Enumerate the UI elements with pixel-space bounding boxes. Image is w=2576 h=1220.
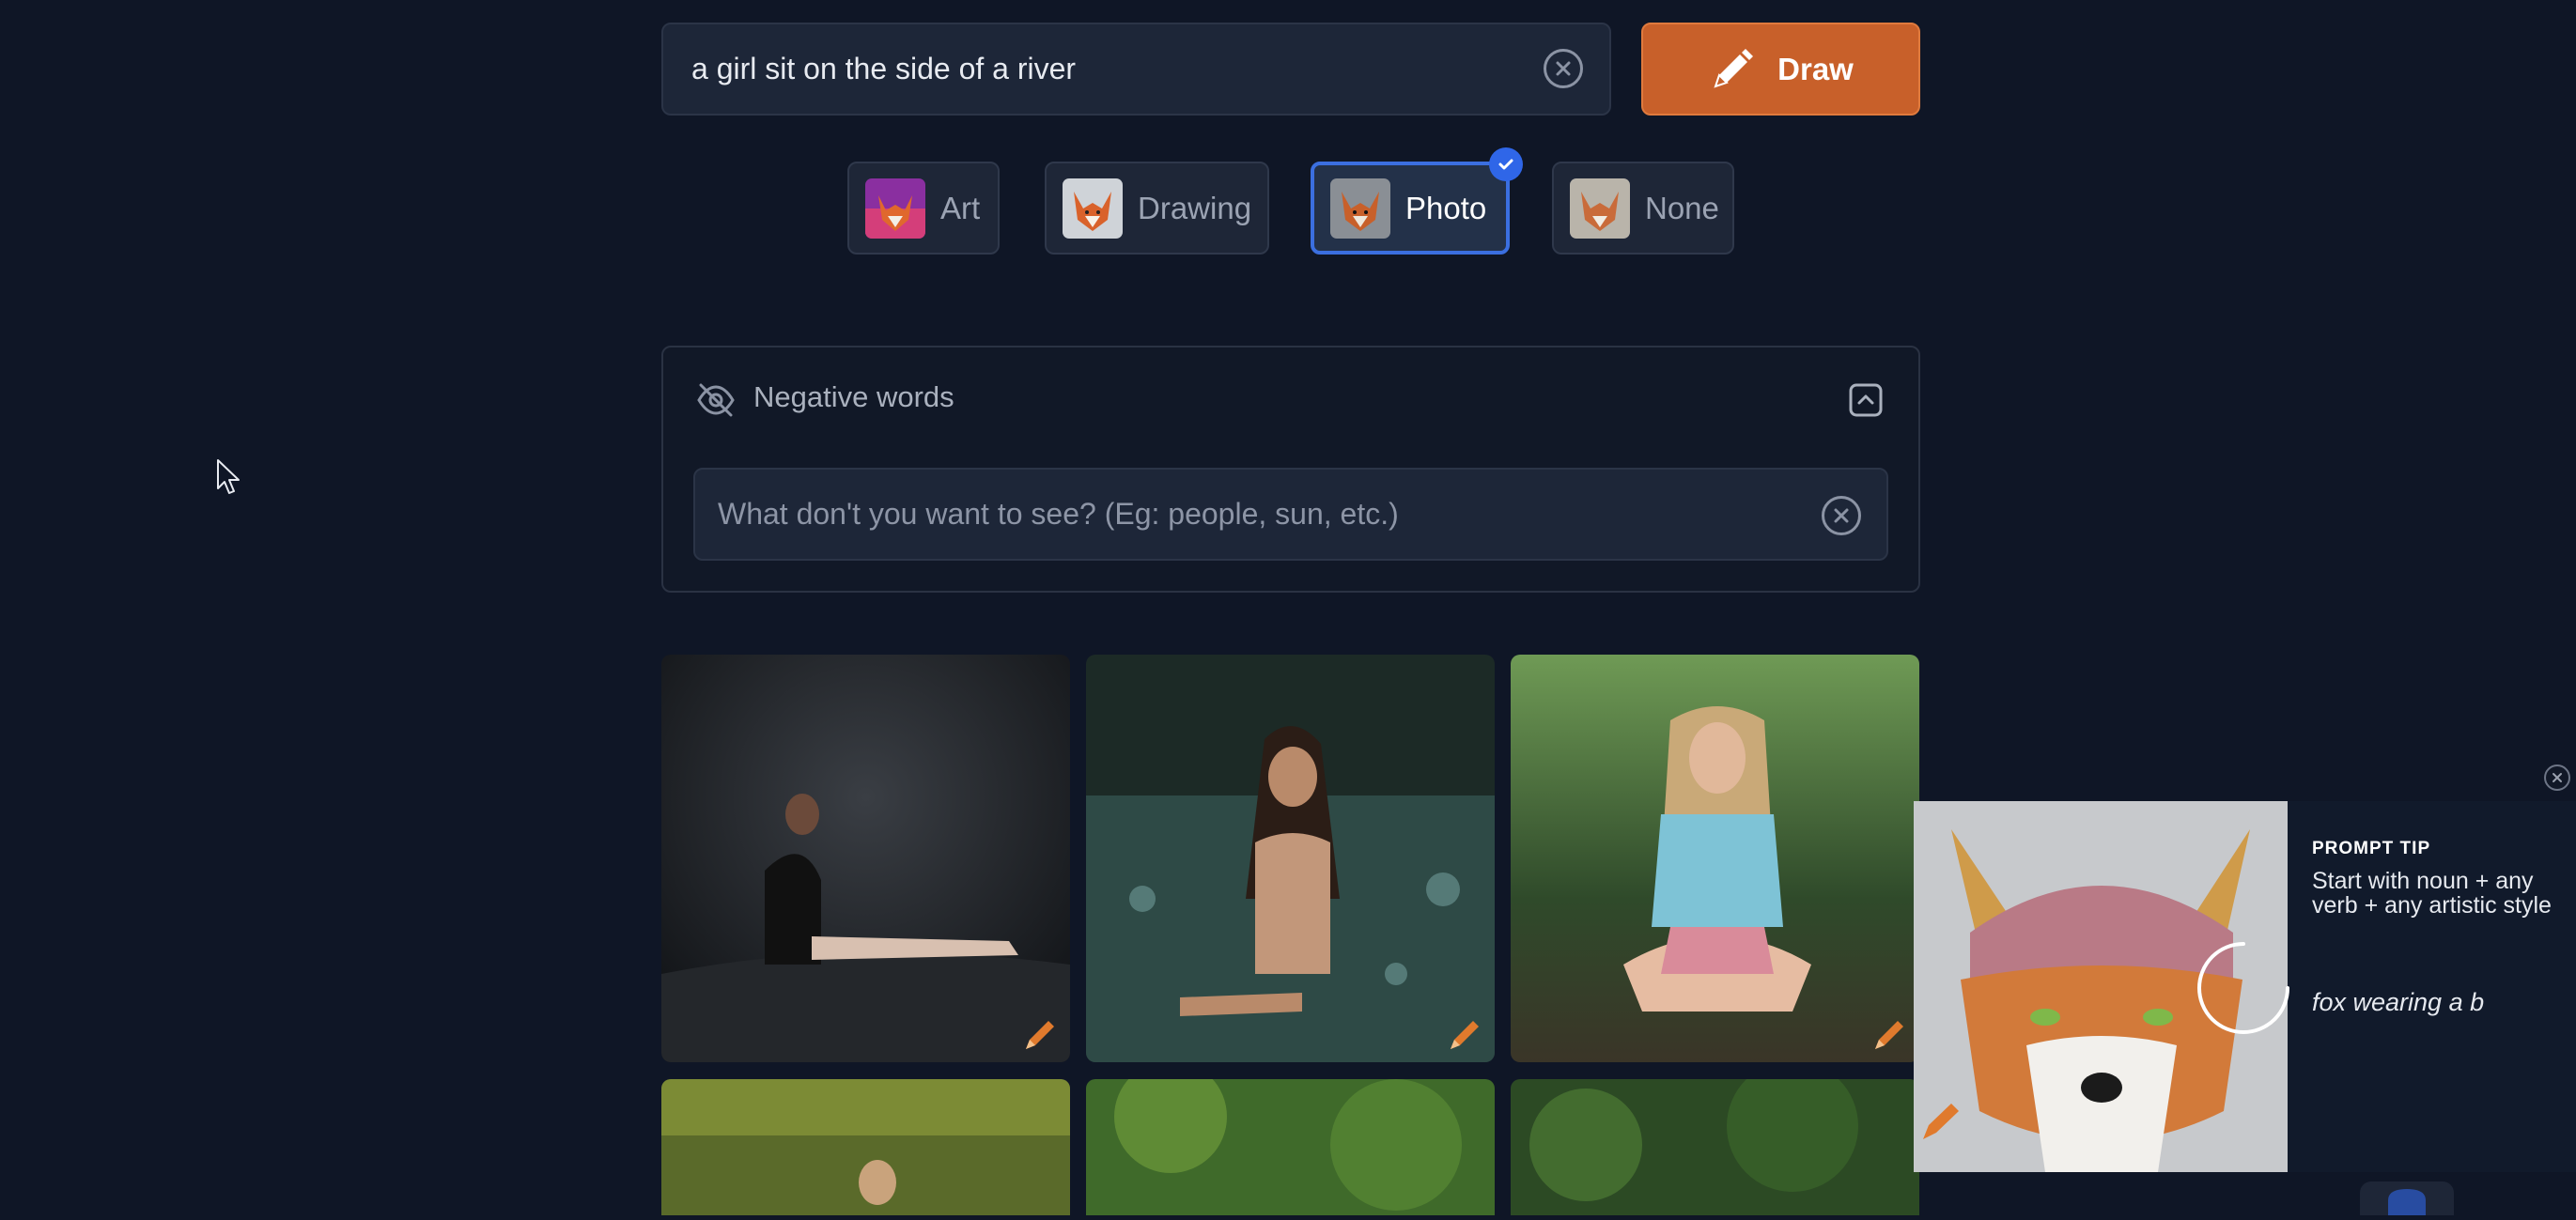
collapse-icon[interactable] bbox=[1849, 383, 1883, 422]
style-chip-none[interactable]: None bbox=[1552, 162, 1734, 255]
style-chip-none-label: None bbox=[1645, 190, 1719, 225]
clear-prompt-icon[interactable] bbox=[1544, 49, 1583, 88]
prompt-tip-body: Start with noun + any verb + any artisti… bbox=[2312, 868, 2552, 919]
chat-widget-button[interactable] bbox=[2360, 1181, 2454, 1215]
style-chip-drawing[interactable]: Drawing bbox=[1045, 162, 1269, 255]
style-chip-drawing-label: Drawing bbox=[1138, 190, 1252, 225]
negative-words-placeholder: What don't you want to see? (Eg: people,… bbox=[718, 497, 1399, 531]
prompt-tip-label: PROMPT TIP bbox=[2312, 839, 2431, 858]
style-chip-art[interactable]: Art bbox=[847, 162, 1000, 255]
edit-pencil-icon[interactable] bbox=[1022, 1015, 1060, 1053]
prompt-text[interactable]: a girl sit on the side of a river bbox=[691, 23, 1076, 116]
gallery-image[interactable] bbox=[1086, 655, 1495, 1062]
gallery-image[interactable] bbox=[661, 655, 1070, 1062]
gallery-image[interactable] bbox=[661, 1079, 1070, 1215]
gallery-image[interactable] bbox=[1086, 1079, 1495, 1215]
negative-words-title: Negative words bbox=[753, 380, 954, 413]
gallery-image[interactable] bbox=[1511, 655, 1919, 1062]
fox-art-thumbnail bbox=[865, 178, 925, 239]
style-chip-photo-label: Photo bbox=[1405, 190, 1487, 225]
close-tip-icon[interactable] bbox=[2544, 764, 2570, 791]
edit-pencil-icon[interactable] bbox=[1447, 1015, 1484, 1053]
clear-negative-icon[interactable] bbox=[1822, 496, 1861, 535]
selected-check-icon bbox=[1489, 147, 1523, 181]
loading-spinner-icon bbox=[2192, 936, 2295, 1044]
style-chip-art-label: Art bbox=[940, 190, 981, 225]
pencil-icon bbox=[1714, 48, 1754, 88]
draw-button[interactable]: Draw bbox=[1641, 23, 1920, 116]
edit-pencil-icon[interactable] bbox=[1871, 1015, 1909, 1053]
mouse-cursor-icon bbox=[216, 458, 241, 501]
fox-drawing-thumbnail bbox=[1063, 178, 1123, 239]
fox-photo-thumbnail bbox=[1330, 178, 1390, 239]
gallery-image[interactable] bbox=[1511, 1079, 1919, 1215]
style-chip-photo[interactable]: Photo bbox=[1311, 162, 1510, 255]
fox-none-thumbnail bbox=[1570, 178, 1630, 239]
prompt-tip-example: fox wearing a b bbox=[2312, 988, 2485, 1016]
eye-slash-icon bbox=[695, 379, 737, 425]
draw-button-label: Draw bbox=[1777, 51, 1854, 86]
